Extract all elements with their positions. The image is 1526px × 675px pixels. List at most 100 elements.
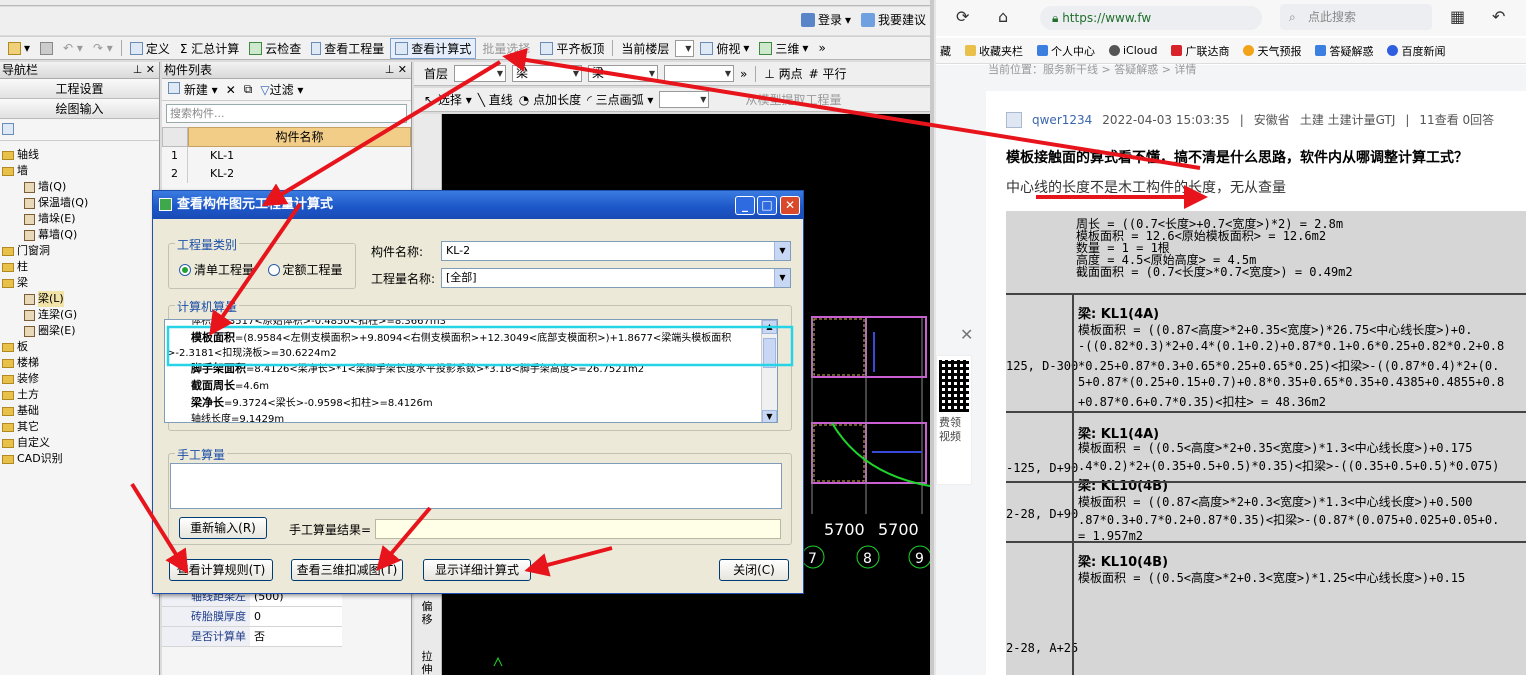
bookmark-item[interactable]: 藏 (940, 43, 951, 59)
table-row[interactable]: 1 KL-1 (162, 147, 411, 165)
drawing-input-button[interactable]: 绘图输入 (0, 99, 159, 119)
summary-calc-button[interactable]: Σ 汇总计算 (176, 39, 243, 58)
dialog-titlebar[interactable]: 查看构件图元工程量计算式 _ □ ✕ (153, 191, 803, 219)
tree-item[interactable]: 土方 (2, 387, 159, 403)
tree-item[interactable]: 轴线 (2, 147, 159, 163)
tree-item[interactable]: 柱 (2, 259, 159, 275)
cloud-check-button[interactable]: 云检查 (245, 39, 305, 58)
delete-icon[interactable]: ✕ (226, 83, 236, 97)
type-select-1[interactable]: 梁 (512, 65, 583, 82)
two-point-button[interactable]: ⊥ 两点 (764, 65, 802, 82)
bookmark-item[interactable]: 天气预报 (1243, 43, 1301, 59)
floor-dropdown[interactable] (675, 39, 695, 57)
panel-controls[interactable]: ⊥ ✕ (133, 62, 155, 78)
close-icon[interactable]: ✕ (960, 325, 973, 344)
bookmark-item[interactable]: 个人中心 (1037, 43, 1095, 59)
manual-result-field[interactable] (375, 519, 781, 539)
tree-item[interactable]: 基础 (2, 403, 159, 419)
save-button[interactable] (36, 41, 57, 56)
view-calc-rules-button[interactable]: 查看计算规则(T) (169, 559, 273, 581)
3d-button[interactable]: 三维 ▾ (755, 39, 812, 58)
undo-button[interactable]: ↶ ▾ (59, 40, 87, 56)
close-icon[interactable]: ✕ (780, 196, 800, 215)
list-quantity-radio[interactable]: 清单工程量 (179, 261, 254, 278)
address-bar[interactable]: 🔒︎ https://www.fw (1040, 6, 1262, 30)
quantity-name-select[interactable]: [全部] ▼ (441, 268, 791, 288)
tree-item[interactable]: 梁 (2, 275, 159, 291)
login-button[interactable]: 登录 ▾ (800, 11, 851, 28)
close-button[interactable]: 关闭(C) (719, 559, 789, 581)
parallel-button[interactable]: # 平行 (809, 65, 847, 82)
grid-icon[interactable]: ▦ (1450, 7, 1465, 26)
calc-formula-box[interactable]: 体积=8.3517<原始体积>-0.4850<扣柱>=8.3667m3 模板面积… (164, 319, 778, 423)
side-tool-offset[interactable]: 偏移 (420, 600, 434, 626)
bookmark-item[interactable]: 答疑解惑 (1315, 43, 1373, 59)
manual-calc-input[interactable] (170, 463, 782, 509)
show-detail-formula-button[interactable]: 显示详细计算式 (423, 559, 531, 581)
tree-item[interactable]: 幕墙(Q) (2, 227, 159, 243)
quota-quantity-radio[interactable]: 定额工程量 (267, 261, 343, 278)
tree-item[interactable]: 自定义 (2, 435, 159, 451)
new-component-button[interactable]: 新建 ▾ (168, 81, 218, 98)
bookmark-item[interactable]: 收藏夹栏 (965, 43, 1023, 59)
floor-select[interactable] (454, 65, 507, 82)
maximize-button[interactable]: □ (757, 196, 777, 215)
batch-select-button[interactable]: 批量选择 (478, 39, 534, 58)
panel-controls[interactable]: ⊥ ✕ (385, 62, 407, 78)
browser-search-input[interactable]: ⌕ 点此搜索 (1280, 4, 1432, 30)
author-link[interactable]: qwer1234 (1032, 113, 1092, 127)
table-row[interactable]: 2 KL-2 (162, 165, 411, 183)
tree-item[interactable]: 楼梯 (2, 355, 159, 371)
reinput-button[interactable]: 重新输入(R) (179, 517, 267, 539)
collapse-icon[interactable] (2, 123, 14, 135)
undo-icon[interactable]: ↶ (1492, 7, 1505, 26)
tree-item[interactable]: 装修 (2, 371, 159, 387)
qr-promo[interactable]: 费领 视频 (936, 355, 972, 485)
question-photo[interactable]: 周长 = ((0.7<长度>+0.7<宽度>)*2) = 2.8m 模板面积 = … (1006, 211, 1526, 675)
view-quantity-button[interactable]: 查看工程量 (307, 39, 388, 58)
bookmark-item[interactable]: 广联达商 (1171, 43, 1229, 59)
property-row[interactable]: 砖胎膜厚度 0 (162, 607, 342, 627)
copy-icon[interactable]: ⧉ (244, 82, 253, 97)
type-select-2[interactable]: 梁 (588, 65, 659, 82)
reload-icon[interactable]: ⟳ (956, 7, 969, 26)
tree-item[interactable]: 门窗洞 (2, 243, 159, 259)
more-toolbar-button[interactable]: » (814, 40, 829, 56)
component-select[interactable] (664, 65, 735, 82)
side-tool-stretch[interactable]: 拉伸 (420, 650, 434, 675)
select-button[interactable]: ↖ 选择 ▾ (424, 91, 472, 108)
bookmark-item[interactable]: iCloud (1109, 44, 1157, 57)
define-button[interactable]: 定义 (126, 39, 174, 58)
line-button[interactable]: ╲ 直线 (478, 91, 513, 108)
tree-item[interactable]: 板 (2, 339, 159, 355)
property-row[interactable]: 是否计算单否 (162, 627, 342, 647)
view-formula-button[interactable]: 查看计算式 (390, 37, 477, 59)
open-button[interactable]: ▾ (4, 40, 34, 56)
filter-button[interactable]: ▽过滤 ▾ (260, 81, 303, 98)
align-top-button[interactable]: 平齐板顶 (536, 39, 608, 58)
minimize-button[interactable]: _ (735, 196, 755, 215)
component-search-input[interactable]: 搜索构件... (166, 104, 407, 123)
tree-item[interactable]: 连梁(G) (2, 307, 159, 323)
arc-mode-select[interactable] (659, 91, 710, 108)
tree-item[interactable]: 墙垛(E) (2, 211, 159, 227)
tree-item[interactable]: 墙(Q) (2, 179, 159, 195)
tree-item[interactable]: 梁(L) (2, 291, 159, 307)
view-3d-deduction-button[interactable]: 查看三维扣减图(T) (291, 559, 403, 581)
bookmark-item[interactable]: 百度新闻 (1387, 43, 1445, 59)
tree-item[interactable]: 圈梁(E) (2, 323, 159, 339)
point-length-button[interactable]: ◔ 点加长度 (519, 91, 581, 108)
calc-scrollbar[interactable]: ▲ ▼ (761, 320, 777, 422)
tree-item[interactable]: 其它 (2, 419, 159, 435)
home-icon[interactable]: ⌂ (998, 7, 1008, 26)
tree-item[interactable]: 墙 (2, 163, 159, 179)
redo-button[interactable]: ↷ ▾ (89, 40, 117, 56)
arc-button[interactable]: ◜ 三点画弧 ▾ (587, 91, 653, 108)
suggest-button[interactable]: 我要建议 (860, 11, 926, 28)
component-name-select[interactable]: KL-2 ▼ (441, 241, 791, 261)
tree-item[interactable]: 保温墙(Q) (2, 195, 159, 211)
tree-item[interactable]: CAD识别 (2, 451, 159, 467)
extract-quantity-button[interactable]: 从模型提取工程量 (745, 91, 841, 108)
top-view-button[interactable]: 俯视 ▾ (696, 39, 753, 58)
project-settings-button[interactable]: 工程设置 (0, 79, 159, 99)
